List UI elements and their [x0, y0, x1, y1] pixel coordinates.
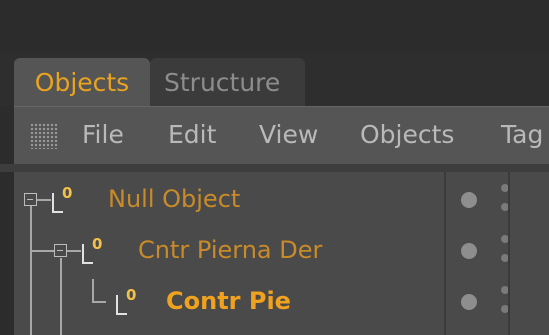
tree-connector	[67, 250, 81, 252]
column-separator	[508, 172, 510, 335]
tab-objects-label: Objects	[34, 67, 130, 97]
menu-objects[interactable]: Objects	[360, 120, 454, 149]
visibility-column	[444, 172, 549, 335]
null-object-icon: 0	[116, 286, 138, 315]
panel-divider	[0, 164, 549, 172]
grip-handle-icon[interactable]	[30, 123, 58, 149]
tab-structure-label: Structure	[164, 67, 281, 97]
null-glyph: 0	[92, 235, 103, 253]
collapse-toggle-icon[interactable]	[24, 193, 37, 206]
tab-structure[interactable]: Structure	[150, 58, 305, 106]
layer-dot-icon[interactable]	[461, 294, 477, 310]
object-manager-window: Objects Structure File Edit View Objects…	[0, 0, 549, 335]
menu-tag[interactable]: Tag	[501, 120, 543, 149]
tree-connector	[37, 199, 51, 201]
object-label-null-object: Null Object	[108, 185, 241, 213]
null-glyph: 0	[126, 286, 137, 304]
object-label-cntr-pierna-der: Cntr Pierna Der	[138, 236, 323, 264]
null-glyph: 0	[62, 184, 73, 202]
tree-line-root	[30, 206, 32, 335]
layer-dot-icon[interactable]	[461, 243, 477, 259]
null-object-icon: 0	[82, 235, 104, 264]
collapse-toggle-icon[interactable]	[54, 244, 67, 257]
menu-bar: File Edit View Objects Tag	[14, 106, 549, 164]
tree-branch-2	[92, 301, 106, 303]
layer-dot-icon[interactable]	[461, 192, 477, 208]
tree-line-level1	[60, 258, 62, 335]
object-label-contr-pie: Contr Pie	[166, 287, 291, 315]
tab-strip: Objects Structure	[0, 52, 549, 106]
tree-branch-1	[30, 250, 54, 252]
object-tree: 0 Null Object 0 Cntr Pierna Der 0 Contr …	[14, 172, 444, 335]
menu-view[interactable]: View	[259, 120, 318, 149]
tab-objects[interactable]: Objects	[14, 58, 150, 106]
menu-file[interactable]: File	[82, 120, 124, 149]
menu-edit[interactable]: Edit	[168, 120, 216, 149]
tree-line-level2	[92, 279, 94, 301]
null-object-icon: 0	[52, 184, 74, 213]
